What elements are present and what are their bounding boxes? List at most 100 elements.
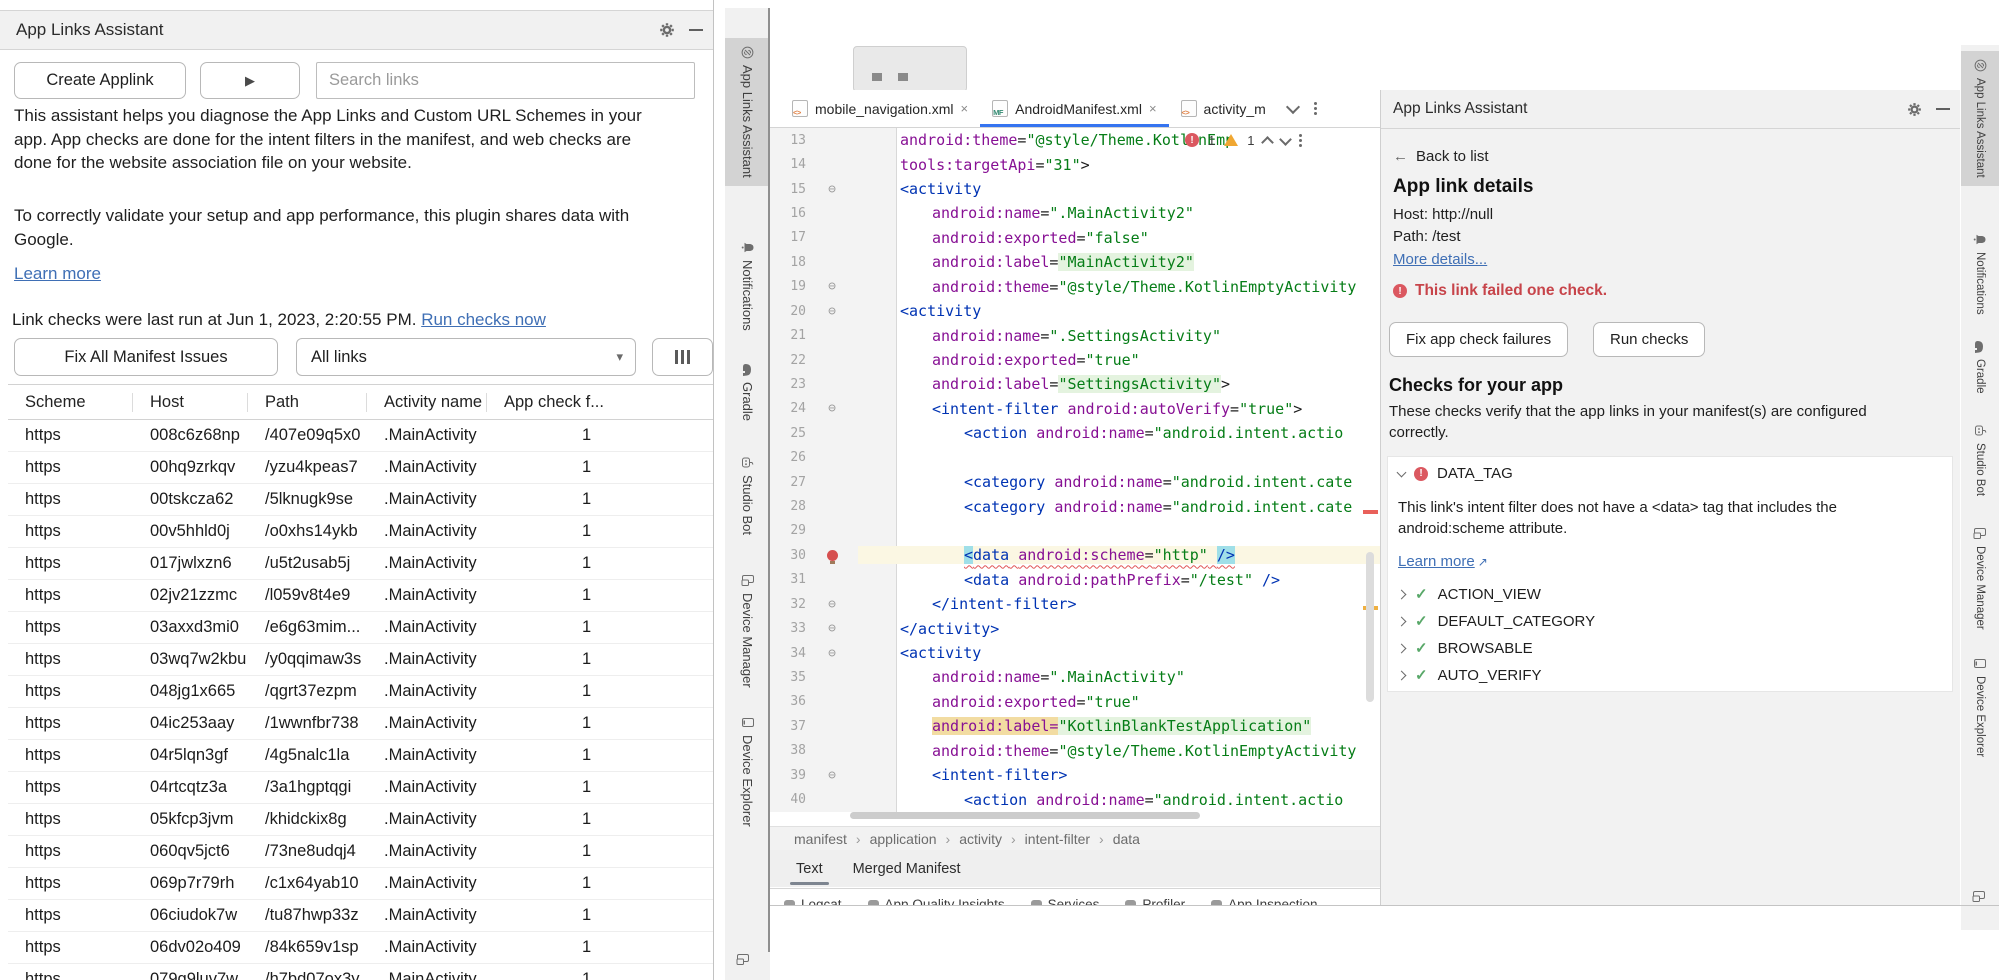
fold-icon[interactable]: ⊖ — [806, 182, 858, 197]
table-row[interactable]: https060qv5jct6/73ne8udqj4.MainActivity1 — [8, 836, 713, 868]
code-line[interactable]: 18android:label="MainActivity2" — [770, 250, 1380, 274]
table-row[interactable]: https008c6z68np/407e09q5x0.MainActivity1 — [8, 420, 713, 452]
code-line[interactable]: 24⊖<intent-filter android:autoVerify="tr… — [770, 397, 1380, 421]
code-line[interactable]: 33⊖</activity> — [770, 616, 1380, 640]
more-options-icon[interactable] — [1299, 134, 1302, 147]
tool-strip-item-device-explorer[interactable]: Device Explorer — [1961, 649, 1999, 765]
learn-more-link[interactable]: Learn more — [14, 264, 101, 284]
tool-strip-item-app-links-assistant[interactable]: App Links Assistant — [725, 38, 770, 186]
table-row[interactable]: https03wq7w2kbu/y0qqimaw3s.MainActivity1 — [8, 644, 713, 676]
tab-options-kebab-icon[interactable] — [1314, 102, 1317, 115]
code-line[interactable]: 39⊖<intent-filter> — [770, 763, 1380, 787]
close-icon[interactable]: × — [961, 101, 969, 116]
table-row[interactable]: https069p7r79rh/c1x64yab10.MainActivity1 — [8, 868, 713, 900]
code-line[interactable]: 20⊖<activity — [770, 299, 1380, 323]
code-line[interactable]: 32⊖</intent-filter> — [770, 592, 1380, 616]
editor-tab-mobile-navigation-xml[interactable]: <>mobile_navigation.xml× — [780, 90, 980, 127]
code-line[interactable]: 28<category android:name="android.intent… — [770, 494, 1380, 518]
code-line[interactable]: 21android:name=".SettingsActivity" — [770, 323, 1380, 347]
fold-icon[interactable]: ⊖ — [806, 646, 858, 661]
fold-icon[interactable]: ⊖ — [806, 304, 858, 319]
check-item-data-tag[interactable]: ! DATA_TAG — [1398, 465, 1513, 482]
next-issue-icon[interactable] — [1280, 133, 1293, 146]
code-line[interactable]: 34⊖<activity — [770, 641, 1380, 665]
back-to-list-link[interactable]: ← Back to list — [1393, 148, 1489, 165]
code-line[interactable]: 17android:exported="false" — [770, 226, 1380, 250]
table-row[interactable]: https06dv02o409/84k659v1sp.MainActivity1 — [8, 932, 713, 964]
column-header[interactable]: Activity name — [367, 393, 487, 412]
code-line[interactable]: 16android:name=".MainActivity2" — [770, 201, 1380, 225]
tool-strip-item-device-explorer[interactable]: Device Explorer — [725, 708, 770, 835]
editor-tab-androidmanifest-xml[interactable]: MFAndroidManifest.xml× — [980, 90, 1168, 127]
tool-strip-item-device-manager[interactable]: Device Manager — [725, 566, 770, 696]
search-links-input[interactable] — [316, 62, 695, 99]
table-row[interactable]: https00tskcza62/5lknugk9se.MainActivity1 — [8, 484, 713, 516]
table-row[interactable]: https00hq9zrkqv/yzu4kpeas7.MainActivity1 — [8, 452, 713, 484]
code-line[interactable]: 36android:exported="true" — [770, 690, 1380, 714]
table-row[interactable]: https04rtcqtz3a/3a1hgptqgi.MainActivity1 — [8, 772, 713, 804]
tool-window-button-logcat[interactable]: Logcat — [784, 889, 842, 905]
tool-strip-item-gradle[interactable]: Gradle — [1961, 333, 1999, 402]
column-settings-button[interactable] — [652, 338, 713, 376]
tool-strip-item-device-manager[interactable]: Device Manager — [1961, 519, 1999, 638]
learn-more-link[interactable]: Learn more↗ — [1398, 553, 1488, 570]
code-line[interactable]: 15⊖<activity — [770, 177, 1380, 201]
table-row[interactable]: https079g9luv7w/h7bd07ox3y.MainActivity1 — [8, 964, 713, 980]
editor-view-tab-merged-manifest[interactable]: Merged Manifest — [841, 853, 973, 885]
error-bulb-icon[interactable] — [806, 550, 858, 561]
editor-tab-activity-m[interactable]: <>activity_m — [1169, 90, 1278, 127]
table-row[interactable]: https02jv21zzmc/l059v8t4e9.MainActivity1 — [8, 580, 713, 612]
horizontal-scrollbar[interactable] — [850, 812, 1200, 819]
links-filter-dropdown[interactable]: All links ▾ — [296, 338, 636, 376]
fold-icon[interactable]: ⊖ — [806, 597, 858, 612]
code-line[interactable]: 25<action android:name="android.intent.a… — [770, 421, 1380, 445]
prev-issue-icon[interactable] — [1262, 136, 1275, 149]
code-line[interactable]: 14tools:targetApi="31"> — [770, 152, 1380, 176]
code-line[interactable]: 31<data android:pathPrefix="/test" /> — [770, 568, 1380, 592]
tool-strip-item-gradle[interactable]: Gradle — [725, 356, 770, 429]
tool-strip-item-app-links-assistant[interactable]: App Links Assistant — [1961, 51, 1999, 186]
fold-icon[interactable]: ⊖ — [806, 279, 858, 294]
column-header[interactable]: Path — [248, 393, 367, 412]
table-row[interactable]: https06ciudok7w/tu87hwp33z.MainActivity1 — [8, 900, 713, 932]
fold-icon[interactable]: ⊖ — [806, 768, 858, 783]
code-line[interactable]: 40<action android:name="android.intent.a… — [770, 787, 1380, 811]
inspection-widget[interactable]: ! 1 1 — [1185, 130, 1302, 150]
minimize-icon[interactable] — [1936, 108, 1950, 110]
run-checks-now-link[interactable]: Run checks now — [421, 310, 546, 329]
code-editor[interactable]: 13android:theme="@style/Theme.KotlinEmp1… — [770, 128, 1380, 812]
gear-icon[interactable] — [1907, 102, 1922, 117]
code-line[interactable]: 38android:theme="@style/Theme.KotlinEmpt… — [770, 739, 1380, 763]
tool-window-button-services[interactable]: Services — [1031, 889, 1100, 905]
code-line[interactable]: 37android:label="KotlinBlankTestApplicat… — [770, 714, 1380, 738]
column-header[interactable]: Host — [133, 393, 248, 412]
run-checks-button[interactable]: Run checks — [1593, 322, 1705, 357]
breadcrumb-item-intent-filter[interactable]: intent-filter — [1025, 831, 1090, 847]
minimize-icon[interactable] — [689, 29, 703, 31]
check-item-browsable[interactable]: ✓BROWSABLE — [1398, 639, 1533, 657]
vertical-scrollbar[interactable] — [1366, 552, 1374, 702]
code-line[interactable]: 19⊖android:theme="@style/Theme.KotlinEmp… — [770, 275, 1380, 299]
breadcrumb-item-application[interactable]: application — [870, 831, 937, 847]
table-row[interactable]: https017jwlxzn6/u5t2usab5j.MainActivity1 — [8, 548, 713, 580]
fix-app-check-failures-button[interactable]: Fix app check failures — [1389, 322, 1568, 357]
fix-all-manifest-issues-button[interactable]: Fix All Manifest Issues — [14, 338, 278, 376]
table-row[interactable]: https05kfcp3jvm/khidckix8g.MainActivity1 — [8, 804, 713, 836]
column-header[interactable]: App check f... — [487, 393, 713, 412]
check-item-default_category[interactable]: ✓DEFAULT_CATEGORY — [1398, 612, 1595, 630]
fold-icon[interactable]: ⊖ — [806, 401, 858, 416]
create-applink-button[interactable]: Create Applink — [14, 62, 186, 99]
code-line[interactable]: 29 — [770, 519, 1380, 543]
tool-strip-item-studio-bot[interactable]: Studio Bot — [725, 448, 770, 543]
table-row[interactable]: https03axxd3mi0/e6g63mim....MainActivity… — [8, 612, 713, 644]
tool-strip-item-studio-bot[interactable]: Studio Bot — [1961, 416, 1999, 504]
breadcrumb-item-data[interactable]: data — [1113, 831, 1140, 847]
table-row[interactable]: https04ic253aay/1wwnfbr738.MainActivity1 — [8, 708, 713, 740]
close-icon[interactable]: × — [1149, 101, 1157, 116]
code-line[interactable]: 26 — [770, 445, 1380, 469]
breadcrumb-item-activity[interactable]: activity — [959, 831, 1002, 847]
check-item-action_view[interactable]: ✓ACTION_VIEW — [1398, 585, 1541, 603]
tool-window-button-app-quality-insights[interactable]: App Quality Insights — [868, 889, 1005, 905]
run-button[interactable]: ▶ — [200, 62, 300, 99]
table-row[interactable]: https04r5lqn3gf/4g5nalc1la.MainActivity1 — [8, 740, 713, 772]
